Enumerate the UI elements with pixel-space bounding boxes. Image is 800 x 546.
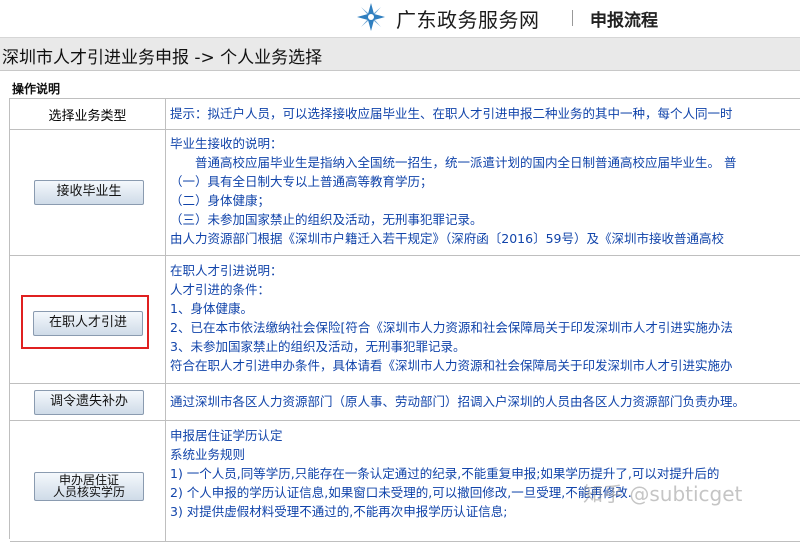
watermark: 知乎 @subticget — [583, 482, 743, 506]
button-label-line: 人员核实学历 — [52, 485, 125, 499]
highlight-box — [21, 295, 149, 349]
page-title-bar: 深圳市人才引进业务申报 -> 个人业务选择 — [0, 37, 800, 71]
section-title: 操作说明 — [12, 82, 61, 96]
flow-title: 申报流程 — [590, 11, 658, 31]
description-line: 系统业务规则 — [170, 447, 246, 462]
description-line: （一）具有全日制大专以上普通高等教育学历； — [170, 174, 433, 189]
description-line: 1、身体健康。 — [170, 301, 253, 316]
description-line: 毕业生接收的说明： — [170, 136, 283, 151]
description-line: （三）未参加国家禁止的组织及活动，无刑事犯罪记录。 — [170, 212, 483, 227]
graduate-description: 毕业生接收的说明： 普通高校应届毕业生是指纳入全国统一招生，统一派遣计划的国内全… — [170, 134, 800, 259]
table-row: 接收毕业生 毕业生接收的说明： 普通高校应届毕业生是指纳入全国统一招生，统一派遣… — [10, 130, 800, 256]
description-line: （二）身体健康； — [170, 193, 271, 208]
table-row: 调令遗失补办 通过深圳市各区人力资源部门（原人事、劳动部门）招调入户深圳的人员由… — [10, 384, 800, 421]
description-line: 符合在职人才引进申办条件，具体请看《深圳市人力资源和社会保障局关于印发深圳市人才… — [170, 358, 733, 373]
description-line: 3、未参加国家禁止的组织及活动，无刑事犯罪记录。 — [170, 339, 466, 354]
select-label: 选择业务类型 — [48, 109, 127, 124]
residence-permit-education-button[interactable]: 申办居住证 人员核实学历 — [34, 472, 144, 501]
description-line: 申报居住证学历认定 — [170, 428, 283, 443]
page-title: 深圳市人才引进业务申报 -> 个人业务选择 — [2, 48, 323, 68]
description-line: 通过深圳市各区人力资源部门（原人事、劳动部门）招调入户深圳的人员由各区人力资源部… — [170, 394, 746, 409]
description-line: 人才引进的条件： — [170, 282, 271, 297]
lost-transfer-order-button[interactable]: 调令遗失补办 — [34, 390, 144, 415]
description-line: 在职人才引进说明： — [170, 263, 283, 278]
description-line: 由人力资源部门根据《深圳市户籍迁入若干规定》（深府函〔2016〕59号）及《深圳… — [170, 231, 724, 246]
description-line: 2、已在本市依法缴纳社会保险[符合《深圳市人力资源和社会保障局关于印发深圳市人才… — [170, 320, 733, 335]
header-divider — [572, 10, 573, 26]
guangdong-gov-logo-icon — [357, 3, 385, 31]
description-line: 普通高校应届毕业生是指纳入全国统一招生，统一派遣计划的国内全日制普通高校应届毕业… — [170, 155, 737, 170]
accept-graduate-button[interactable]: 接收毕业生 — [34, 180, 144, 205]
table-header-row: 选择业务类型 提示：拟迁户人员，可以选择接收应届毕业生、在职人才引进申报二种业务… — [10, 99, 800, 130]
top-header: 广东政务服务网 申报流程 — [0, 0, 800, 36]
site-name[interactable]: 广东政务服务网 — [396, 4, 540, 33]
talent-description: 在职人才引进说明： 人才引进的条件： 1、身体健康。 2、已在本市依法缴纳社会保… — [170, 261, 800, 388]
select-label-cell: 选择业务类型 — [10, 99, 166, 129]
